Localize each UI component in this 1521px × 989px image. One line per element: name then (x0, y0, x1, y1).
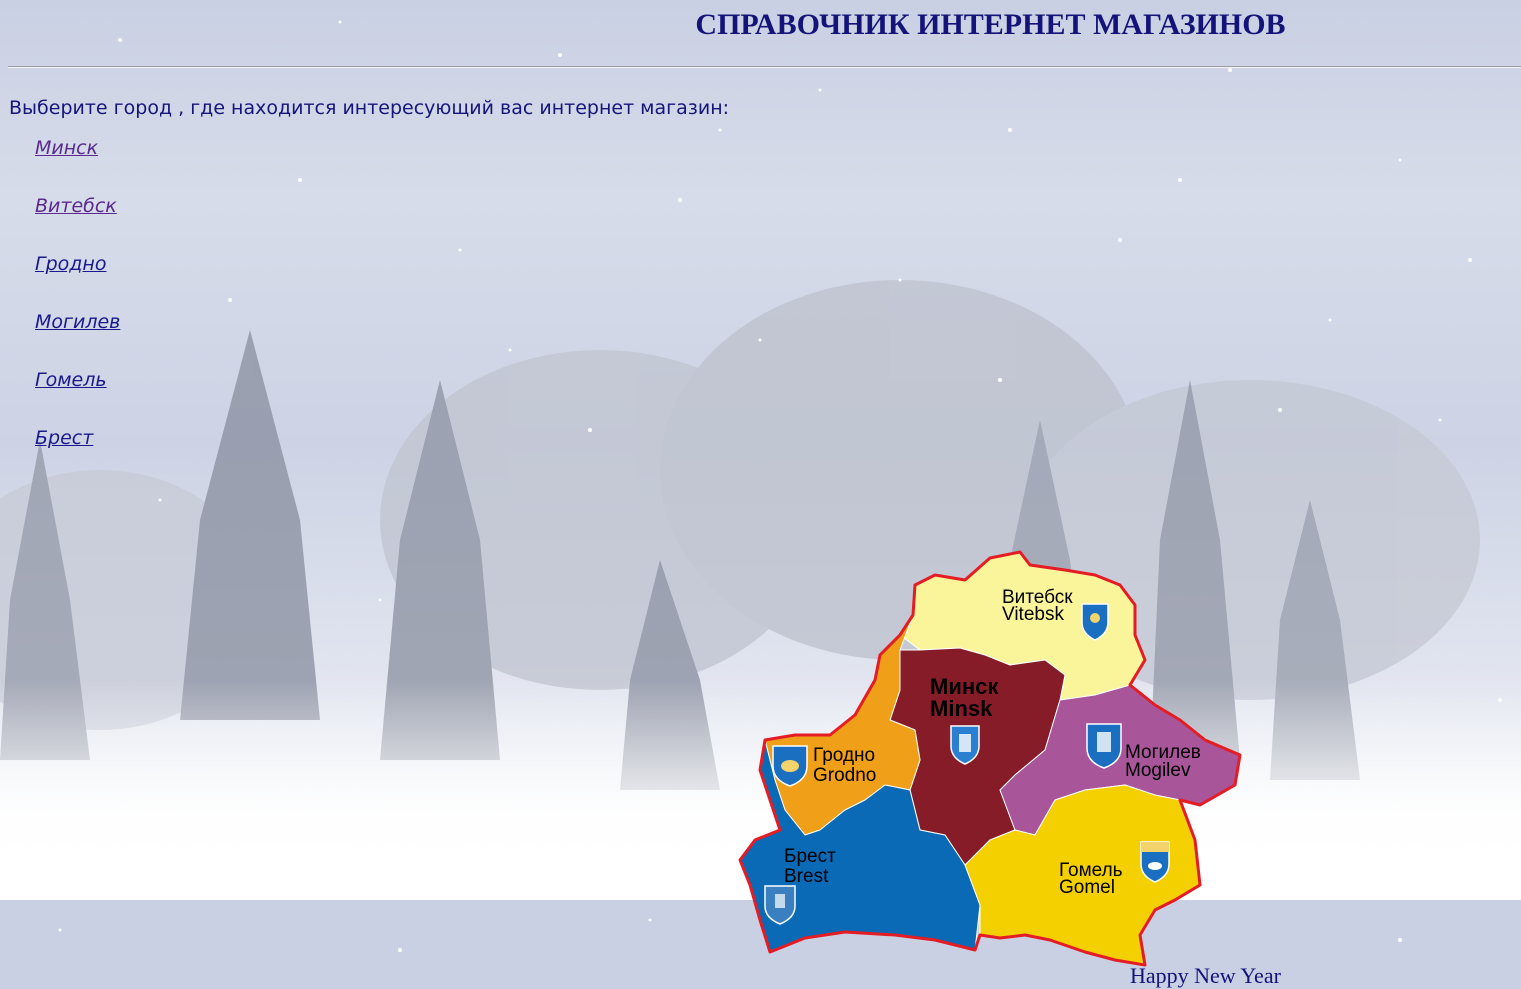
happy-new-year-text: Happy New Year (1130, 963, 1281, 988)
minsk-coat-of-arms-icon (950, 725, 980, 765)
mogilev-coat-of-arms-icon (1086, 723, 1122, 769)
city-link-gomel[interactable]: Гомель (35, 369, 107, 391)
city-link-vitebsk[interactable]: Витебск (35, 195, 117, 217)
horizontal-rule (8, 66, 1521, 68)
map-label-gomel-en: Gomel (1059, 877, 1115, 898)
city-link-grodno[interactable]: Гродно (35, 253, 106, 275)
city-item: Витебск (35, 195, 120, 253)
belarus-regions-map: Витебск Vitebsk Минск Minsk Гродно Grodn… (738, 550, 1242, 967)
city-link-brest[interactable]: Брест (35, 427, 93, 449)
city-list: Минск Витебск Гродно Могилев Гомель Брес… (35, 137, 120, 485)
map-label-brest-en: Brest (784, 866, 829, 887)
city-prompt: Выберите город , где находится интересую… (9, 97, 730, 119)
city-link-mogilev[interactable]: Могилев (35, 311, 120, 333)
map-label-grodno-ru: Гродно (813, 745, 875, 766)
city-item: Брест (35, 427, 120, 485)
map-label-brest-ru: Брест (784, 846, 836, 867)
city-item: Гомель (35, 369, 120, 427)
map-label-minsk-en: Minsk (930, 696, 993, 721)
map-label-vitebsk-en: Vitebsk (1002, 604, 1064, 625)
map-label-grodno-en: Grodno (813, 765, 876, 786)
city-item: Могилев (35, 311, 120, 369)
city-item: Гродно (35, 253, 120, 311)
gomel-coat-of-arms-icon (1140, 841, 1170, 883)
grodno-coat-of-arms-icon (772, 745, 808, 787)
brest-coat-of-arms-icon (764, 885, 796, 925)
city-link-minsk[interactable]: Минск (35, 137, 98, 159)
map-label-mogilev-en: Mogilev (1125, 760, 1191, 781)
page-title: СПРАВОЧНИК ИНТЕРНЕТ МАГАЗИНОВ (695, 8, 1286, 41)
city-item: Минск (35, 137, 120, 195)
